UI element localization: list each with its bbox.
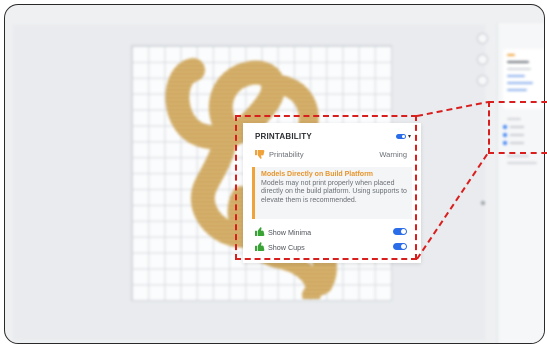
callout-connectors	[416, 101, 489, 260]
